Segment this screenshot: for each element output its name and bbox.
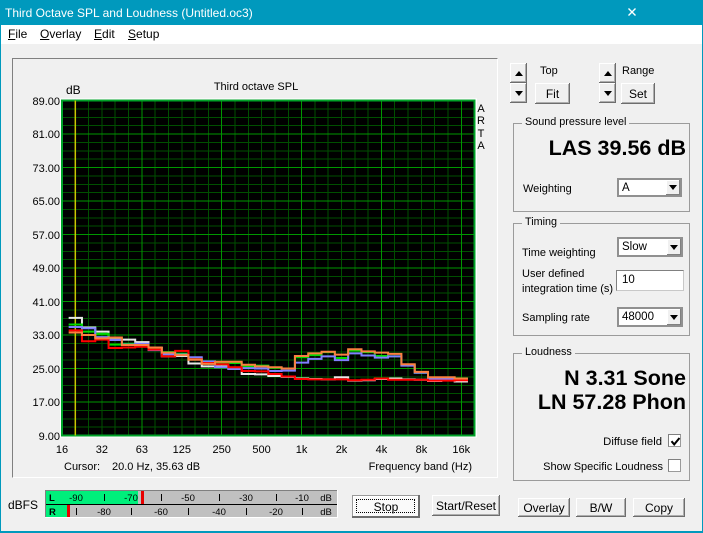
svg-text:-20: -20 [269,507,283,518]
svg-text:-70: -70 [124,493,138,504]
svg-text:dB: dB [320,507,332,518]
svg-text:-90: -90 [69,493,83,504]
svg-text:dB: dB [320,493,332,504]
svg-text:-60: -60 [154,507,168,518]
svg-text:-30: -30 [239,493,253,504]
svg-text:-40: -40 [212,507,226,518]
svg-text:-50: -50 [181,493,195,504]
svg-text:-10: -10 [295,493,309,504]
svg-text:-80: -80 [97,507,111,518]
svg-text:R: R [49,507,56,518]
svg-text:L: L [49,493,55,504]
